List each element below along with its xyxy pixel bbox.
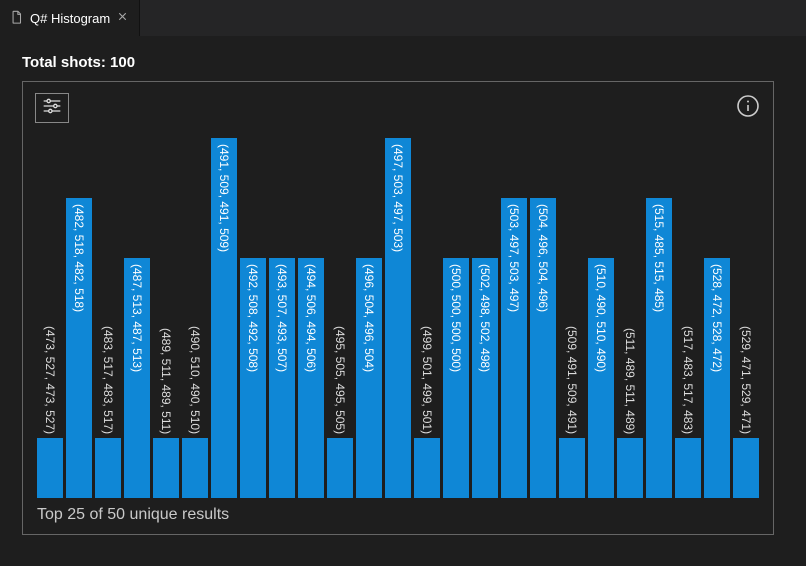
settings-button[interactable] [35,93,69,123]
bar-label: (493, 507, 493, 507) [275,260,289,376]
bar-label: (483, 517, 483, 517) [101,322,115,438]
histogram-bar[interactable]: (493, 507, 493, 507) [269,258,295,498]
bar-label: (500, 500, 500, 500) [449,260,463,376]
bar-label: (489, 511, 489, 511) [159,324,173,438]
bar-label: (529, 471, 529, 471) [739,322,753,438]
histogram-bar[interactable] [675,438,701,498]
histogram-bar[interactable]: (482, 518, 482, 518) [66,198,92,498]
bar-slot: (473, 527, 473, 527) [37,128,63,498]
bar-label: (515, 485, 515, 485) [652,200,666,316]
bar-slot: (482, 518, 482, 518) [66,128,92,498]
results-summary: Top 25 of 50 unique results [35,498,761,524]
histogram-bar[interactable]: (510, 490, 510, 490) [588,258,614,498]
bar-slot: (499, 501, 499, 501) [414,128,440,498]
bar-slot: (511, 489, 511, 489) [617,128,643,498]
histogram-bar[interactable] [37,438,63,498]
bar-label: (487, 513, 487, 513) [130,260,144,376]
histogram-bar[interactable]: (500, 500, 500, 500) [443,258,469,498]
histogram-bar[interactable]: (492, 508, 492, 508) [240,258,266,498]
bar-label: (509, 491, 509, 491) [565,322,579,438]
bar-label: (494, 506, 494, 506) [304,260,318,376]
histogram-bar[interactable] [733,438,759,498]
content-area: Total shots: 100 [0,36,806,543]
close-icon[interactable] [116,10,129,26]
total-shots-label: Total shots: 100 [22,54,784,71]
bar-label: (492, 508, 492, 508) [246,260,260,376]
bar-slot: (497, 503, 497, 503) [385,128,411,498]
bar-slot: (528, 472, 528, 472) [704,128,730,498]
info-button[interactable] [735,95,761,121]
bar-slot: (487, 513, 487, 513) [124,128,150,498]
tab-title: Q# Histogram [30,11,110,26]
bar-slot: (489, 511, 489, 511) [153,128,179,498]
bar-slot: (510, 490, 510, 490) [588,128,614,498]
bar-slot: (492, 508, 492, 508) [240,128,266,498]
bar-label: (491, 509, 491, 509) [217,140,231,256]
histogram-bar[interactable]: (487, 513, 487, 513) [124,258,150,498]
histogram-bar[interactable]: (515, 485, 515, 485) [646,198,672,498]
histogram-bar[interactable] [559,438,585,498]
bar-slot: (496, 504, 496, 504) [356,128,382,498]
histogram-bar[interactable] [153,438,179,498]
bar-label: (499, 501, 499, 501) [420,322,434,438]
bar-label: (511, 489, 511, 489) [623,324,637,438]
bar-label: (496, 504, 496, 504) [362,260,376,376]
bar-slot: (509, 491, 509, 491) [559,128,585,498]
histogram-bar[interactable] [327,438,353,498]
bar-label: (482, 518, 482, 518) [72,200,86,316]
bar-label: (495, 505, 495, 505) [333,322,347,438]
bar-label: (502, 498, 502, 498) [478,260,492,376]
bar-label: (517, 483, 517, 483) [681,322,695,438]
histogram-bar[interactable]: (504, 496, 504, 496) [530,198,556,498]
histogram-bar[interactable]: (494, 506, 494, 506) [298,258,324,498]
bar-slot: (490, 510, 490, 510) [182,128,208,498]
histogram-bar[interactable]: (491, 509, 491, 509) [211,138,237,498]
bar-label: (490, 510, 490, 510) [188,322,202,438]
bar-slot: (515, 485, 515, 485) [646,128,672,498]
histogram-bar[interactable] [617,438,643,498]
tab-bar: Q# Histogram [0,0,806,36]
histogram-bar[interactable] [95,438,121,498]
histogram-bar[interactable]: (502, 498, 502, 498) [472,258,498,498]
info-icon [736,94,760,123]
histogram-bar[interactable] [182,438,208,498]
bar-slot: (500, 500, 500, 500) [443,128,469,498]
bar-label: (504, 496, 504, 496) [536,200,550,316]
histogram-tab[interactable]: Q# Histogram [0,0,140,36]
bar-slot: (493, 507, 493, 507) [269,128,295,498]
histogram-panel: (473, 527, 473, 527) (482, 518, 482, 518)… [22,81,774,535]
panel-toolbar [35,92,761,124]
bar-slot: (503, 497, 503, 497) [501,128,527,498]
bar-slot: (491, 509, 491, 509) [211,128,237,498]
bar-label: (473, 527, 473, 527) [43,322,57,438]
histogram-bar[interactable]: (497, 503, 497, 503) [385,138,411,498]
bar-slot: (494, 506, 494, 506) [298,128,324,498]
bar-label: (528, 472, 528, 472) [710,260,724,376]
bar-slot: (517, 483, 517, 483) [675,128,701,498]
histogram-bar[interactable] [414,438,440,498]
bar-label: (497, 503, 497, 503) [391,140,405,256]
bar-label: (510, 490, 510, 490) [594,260,608,376]
bar-slot: (502, 498, 502, 498) [472,128,498,498]
bar-slot: (504, 496, 504, 496) [530,128,556,498]
bar-slot: (495, 505, 495, 505) [327,128,353,498]
histogram-chart: (473, 527, 473, 527) (482, 518, 482, 518)… [35,124,761,498]
bar-label: (503, 497, 503, 497) [507,200,521,316]
histogram-bar[interactable]: (528, 472, 528, 472) [704,258,730,498]
histogram-bar[interactable]: (503, 497, 503, 497) [501,198,527,498]
bar-slot: (483, 517, 483, 517) [95,128,121,498]
settings-icon [42,97,62,120]
file-icon [10,10,24,27]
histogram-bar[interactable]: (496, 504, 496, 504) [356,258,382,498]
bar-slot: (529, 471, 529, 471) [733,128,759,498]
